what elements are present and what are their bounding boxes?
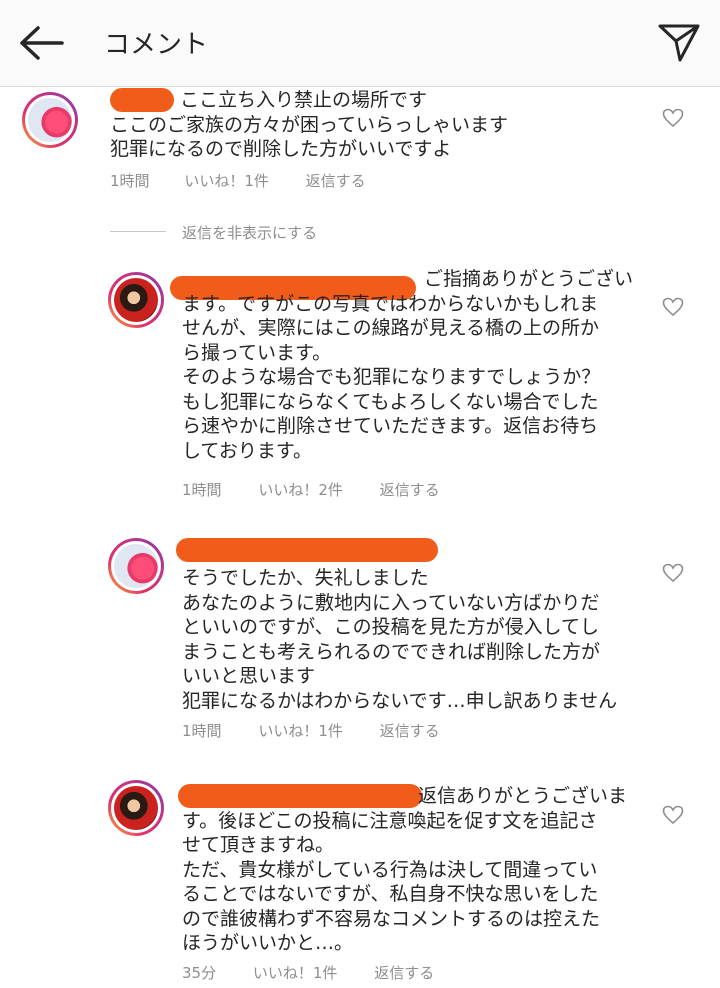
avatar[interactable] (22, 92, 78, 148)
like-count[interactable]: いいね！1件 (184, 170, 269, 191)
timestamp: 35分 (182, 964, 217, 982)
like-count[interactable]: いいね！2件 (258, 479, 343, 500)
comment-meta: 35分 いいね！1件 返信する (182, 962, 434, 983)
reply-button[interactable]: 返信する (380, 720, 440, 741)
timestamp: 1時間 (110, 172, 150, 190)
redacted-username (176, 538, 438, 562)
like-count[interactable]: いいね！1件 (253, 962, 338, 983)
heart-icon[interactable] (662, 805, 684, 825)
comment-meta: 1時間 いいね！1件 返信する (182, 720, 440, 741)
page-title: コメント (104, 30, 209, 60)
reply-button[interactable]: 返信する (380, 479, 440, 500)
heart-icon[interactable] (662, 108, 684, 128)
comment-text: ご指摘ありがとうござい ます。ですがこの写真ではわからないかもしれま せんが、実… (182, 268, 634, 462)
heart-icon[interactable] (662, 563, 684, 583)
comment-text: そうでしたか、失礼しました あなたのように敷地内に入っていない方ばかりだ といい… (182, 567, 618, 712)
comment-text: 返信ありがとうございま す。後ほどこの投稿に注意喚起を促す文を追記さ せて頂きま… (182, 785, 628, 954)
timestamp: 1時間 (182, 481, 222, 499)
avatar[interactable] (108, 272, 164, 328)
like-count[interactable]: いいね！1件 (258, 720, 343, 741)
comment-text: ここ立ち入り禁止の場所です ここのご家族の方々が困っていらっしゃいます 犯罪にな… (110, 89, 509, 160)
reply-button[interactable]: 返信する (374, 962, 434, 983)
back-arrow-icon[interactable] (18, 25, 64, 61)
comment-meta: 1時間 いいね！2件 返信する (182, 479, 440, 500)
top-bar: コメント (0, 0, 720, 87)
avatar[interactable] (108, 538, 164, 594)
avatar[interactable] (108, 780, 164, 836)
hide-replies-label: 返信を非表示にする (182, 224, 318, 242)
divider (110, 231, 166, 232)
heart-icon[interactable] (662, 297, 684, 317)
paper-plane-icon[interactable] (656, 20, 702, 64)
reply-button[interactable]: 返信する (306, 170, 366, 191)
timestamp: 1時間 (182, 722, 222, 740)
comment-meta: 1時間 いいね！1件 返信する (110, 170, 366, 191)
